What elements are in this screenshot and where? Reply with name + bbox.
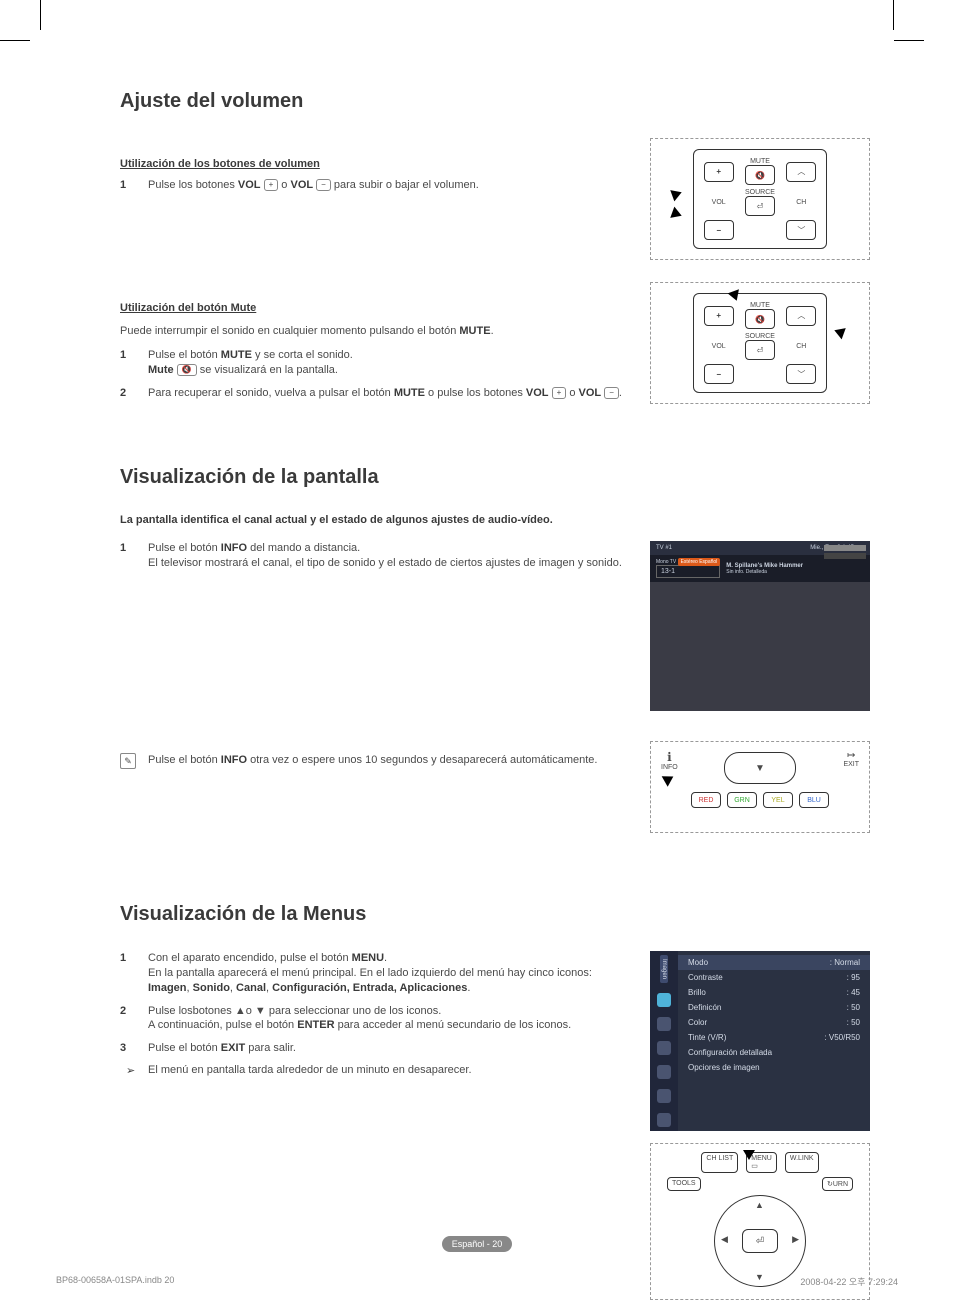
section2-intro: La pantalla identifica el canal actual y… [120, 514, 900, 526]
menu-icon-app [657, 1113, 671, 1127]
menu-step3: 3 Pulse el botón EXIT para salir. [120, 1041, 630, 1056]
menu-step2: 2 Pulse losbotones ▲o ▼ para seleccionar… [120, 1004, 630, 1034]
ch-down-btn: ﹀ [786, 220, 816, 240]
menu-icon-config [657, 1065, 671, 1079]
menu-icon-sonido [657, 1017, 671, 1031]
menu-row: Tinte (V/R): V50/R50 [678, 1030, 870, 1045]
menu-row: Contraste: 95 [678, 970, 870, 985]
vol-subhead: Utilización de los botones de volumen [120, 158, 630, 170]
vol-plus-icon: + [264, 179, 279, 191]
vol-minus-btn: − [704, 220, 734, 240]
footer-left: BP68-00658A-01SPA.indb 20 [56, 1275, 174, 1288]
vol-plus-btn: + [704, 162, 734, 182]
mute-btn: 🔇 [745, 165, 775, 185]
source-btn: ⏎ [745, 196, 775, 216]
mute-step1: 1 Pulse el botón MUTE y se corta el soni… [120, 348, 630, 378]
mute-subhead: Utilización del botón Mute [120, 302, 630, 314]
remote-fig-vol: + MUTE🔇 ︿ VOL SOURCE⏎ CH − ﹀ [650, 138, 870, 260]
remote-fig-info: ℹINFO ↦EXIT ▼ RED GRN YEL BLU [650, 741, 870, 833]
mute-osd-icon: 🔇 [177, 364, 197, 376]
menu-row: Configuración detallada [678, 1045, 870, 1060]
page-lang-footer: Español - 20 [442, 1236, 513, 1252]
menu-icon-canal [657, 1041, 671, 1055]
menu-row: Color: 50 [678, 1015, 870, 1030]
info-note: ✎ Pulse el botón INFO otra vez o espere … [120, 753, 630, 768]
section1-title: Ajuste del volumen [120, 90, 900, 113]
mute-step2: 2 Para recuperar el sonido, vuelva a pul… [120, 386, 630, 401]
remote-fig-mute: + MUTE🔇 ︿ VOL SOURCE⏎ CH − ﹀ [650, 282, 870, 404]
menu-step1: 1 Con el aparato encendido, pulse el bot… [120, 951, 630, 996]
section2-title: Visualización de la pantalla [120, 466, 900, 489]
vol-step1: 1 Pulse los botones VOL + o VOL − para s… [120, 178, 630, 193]
menu-osd-screenshot: Imagen Modo: NormalContraste: 95Brillo: … [650, 951, 870, 1131]
menu-arrow-note: El menú en pantalla tarda alrededor de u… [120, 1064, 630, 1076]
mute-intro: Puede interrumpir el sonido en cualquier… [120, 325, 630, 337]
menu-row: Opciores de imagen [678, 1060, 870, 1075]
note-icon: ✎ [120, 753, 136, 769]
osd-info-screenshot: TV #1 Mie., Ene 3 1:45 pm Mono TV Estére… [650, 541, 870, 711]
menu-row: Modo: Normal [678, 955, 870, 970]
footer-right: 2008-04-22 오후 7:29:24 [800, 1275, 898, 1288]
info-step1: 1 Pulse el botón INFO del mando a distan… [120, 541, 630, 571]
ch-up-btn: ︿ [786, 162, 816, 182]
menu-row: Brillo: 45 [678, 985, 870, 1000]
vol-minus-icon: − [316, 179, 331, 191]
menu-row: Definicón: 50 [678, 1000, 870, 1015]
section3-title: Visualización de la Menus [120, 903, 900, 926]
menu-icon-imagen [657, 993, 671, 1007]
menu-icon-entrada [657, 1089, 671, 1103]
